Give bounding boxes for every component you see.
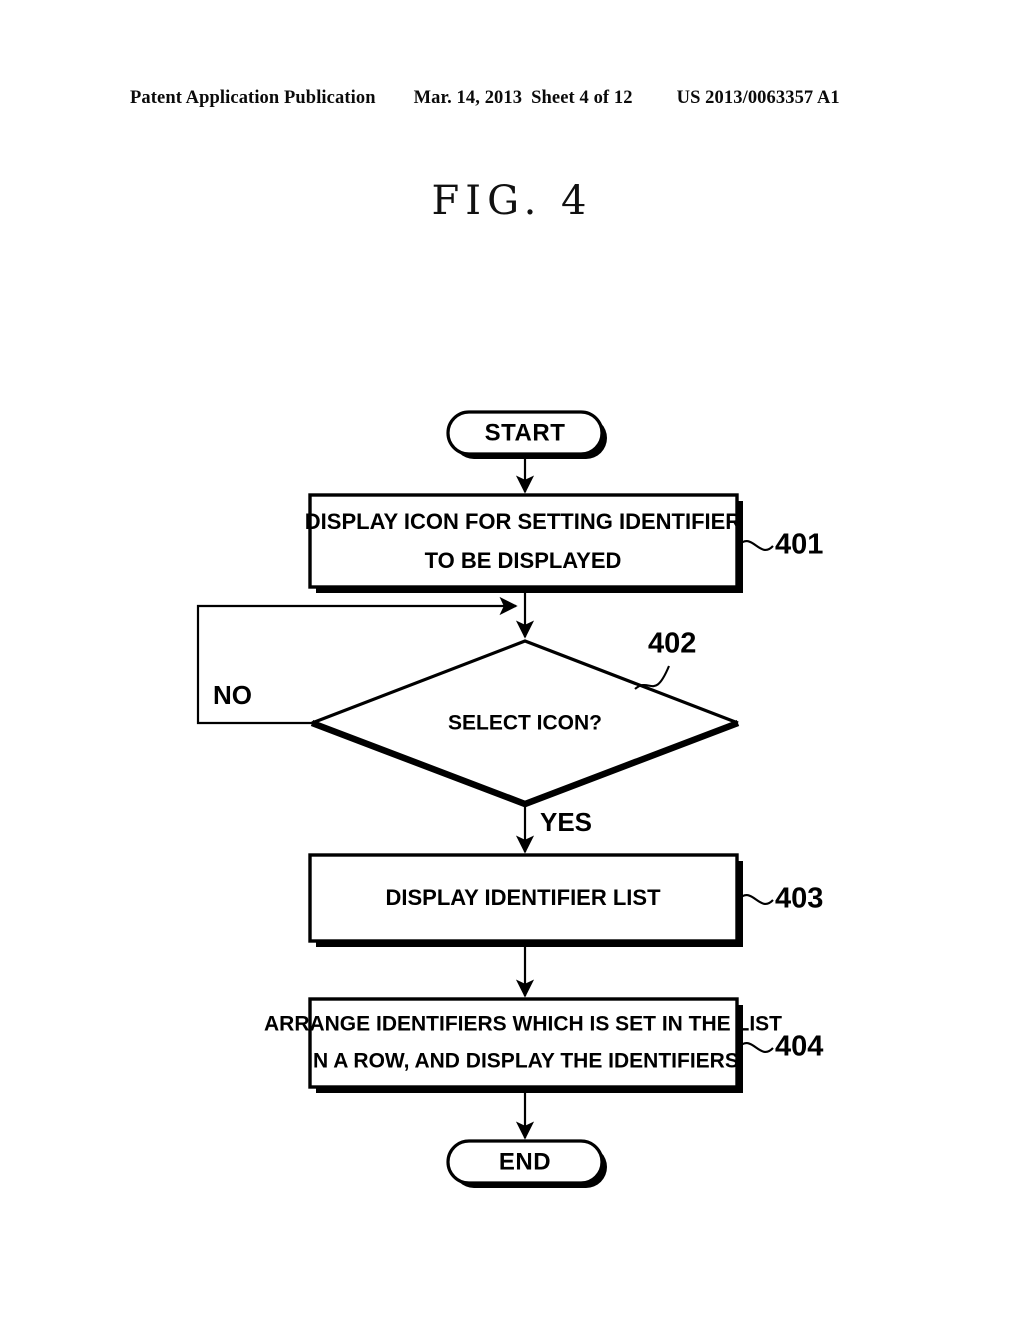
leader-line-403	[738, 894, 774, 905]
start-node-label: START	[485, 419, 566, 446]
flowchart-diagram: START DISPLAY ICON FOR SETTING IDENTIFIE…	[196, 410, 823, 1188]
flow-node-start: START	[446, 410, 607, 459]
branch-label-yes: YES	[540, 807, 592, 837]
node-401-line2: TO BE DISPLAYED	[425, 548, 622, 573]
node-404-line2: IN A ROW, AND DISPLAY THE IDENTIFIERS	[307, 1050, 739, 1073]
node-401-line1: DISPLAY ICON FOR SETTING IDENTIFIER	[305, 509, 741, 534]
node-403-label: DISPLAY IDENTIFIER LIST	[385, 885, 661, 910]
flow-node-403: DISPLAY IDENTIFIER LIST	[308, 853, 743, 947]
flow-node-end: END	[446, 1139, 607, 1188]
node-404-line1: ARRANGE IDENTIFIERS WHICH IS SET IN THE …	[264, 1013, 782, 1036]
ref-number-403: 403	[775, 883, 823, 915]
flow-node-404: ARRANGE IDENTIFIERS WHICH IS SET IN THE …	[264, 997, 782, 1093]
patent-drawing-page: Patent Application Publication Mar. 14, …	[0, 0, 1024, 1320]
ref-number-404: 404	[775, 1031, 823, 1063]
ref-number-401: 401	[775, 529, 823, 561]
flow-node-401: DISPLAY ICON FOR SETTING IDENTIFIER TO B…	[305, 493, 743, 593]
ref-number-402: 402	[648, 628, 696, 660]
node-402-label: SELECT ICON?	[448, 712, 602, 735]
end-node-label: END	[499, 1148, 551, 1175]
branch-label-no: NO	[213, 680, 252, 710]
leader-line-404	[738, 1042, 774, 1053]
leader-line-402	[634, 665, 670, 690]
leader-line-401	[738, 540, 774, 551]
flow-node-402: SELECT ICON?	[310, 639, 740, 808]
